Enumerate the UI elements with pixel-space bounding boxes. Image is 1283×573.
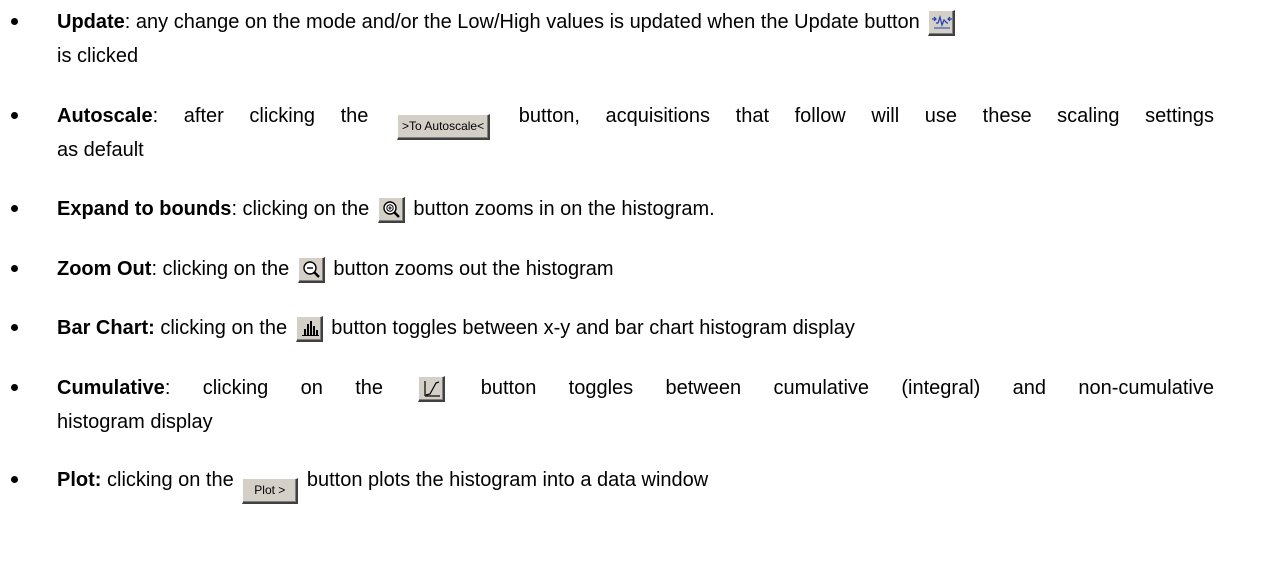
term-cumulative: Cumulative (57, 377, 165, 399)
document-page: Update: any change on the mode and/or th… (0, 0, 1283, 573)
bullet (11, 18, 18, 25)
list-item-line: Bar Chart: clicking on the button toggle… (57, 316, 855, 342)
description-text-after: button toggles between x-y and bar chart… (331, 317, 855, 339)
term-bar-chart: Bar Chart: (57, 317, 155, 339)
description-text: : clicking on the (231, 198, 370, 220)
bullet (11, 112, 18, 119)
description-text-after: button toggles between cumulative (integ… (480, 377, 1214, 399)
list-item-line-continued: is clicked (57, 45, 139, 67)
to-autoscale-button[interactable]: >To Autoscale< (397, 114, 491, 140)
term-zoom-out: Zoom Out (57, 258, 152, 280)
cumulative-button[interactable] (418, 376, 446, 402)
description-text-after: button zooms out the histogram (333, 258, 614, 280)
description-text: : clicking on the (164, 377, 384, 399)
bar-chart-button[interactable] (295, 316, 323, 342)
list-item-line: Cumulative: clicking on the button toggl… (57, 376, 1214, 402)
term-autoscale: Autoscale (57, 105, 153, 127)
description-text-after: button zooms in on the histogram. (413, 198, 715, 220)
bullet (11, 265, 18, 272)
list-item-line: Update: any change on the mode and/or th… (57, 10, 958, 36)
term-update: Update (57, 11, 125, 33)
description-text: : after clicking the (152, 105, 369, 127)
description-text: clicking on the (154, 317, 288, 339)
list-item-line: Expand to bounds: clicking on the button… (57, 197, 715, 223)
description-text: : any change on the mode and/or the Low/… (124, 11, 920, 33)
bullet (11, 324, 18, 331)
list-item-line-continued: histogram display (57, 411, 213, 433)
list-item-line: Plot: clicking on the Plot > button plot… (57, 468, 708, 504)
bar-chart-icon (301, 321, 319, 336)
term-plot: Plot: (57, 469, 102, 491)
list-item-line-continued: as default (57, 139, 144, 161)
list-item-line: Zoom Out: clicking on the button zooms o… (57, 257, 614, 283)
description-text: clicking on the (101, 469, 234, 491)
zoom-out-magnifier-icon (303, 261, 320, 278)
description-text: : clicking on the (151, 258, 290, 280)
zoom-in-magnifier-icon (383, 201, 400, 218)
bullet (11, 205, 18, 212)
bullet (11, 476, 18, 483)
term-expand-to-bounds: Expand to bounds (57, 198, 232, 220)
zoom-out-button[interactable] (297, 257, 325, 283)
bullet (11, 384, 18, 391)
plot-button[interactable]: Plot > (242, 478, 299, 504)
description-text-after: button plots the histogram into a data w… (306, 469, 709, 491)
update-autoscale-arrows-icon (932, 14, 953, 29)
description-text-after: button, acquisitions that follow will us… (518, 105, 1214, 127)
update-button[interactable] (928, 10, 956, 36)
list-item-line: Autoscale: after clicking the >To Autosc… (57, 104, 1214, 140)
cumulative-curve-icon (424, 381, 441, 397)
expand-to-bounds-button[interactable] (377, 197, 405, 223)
